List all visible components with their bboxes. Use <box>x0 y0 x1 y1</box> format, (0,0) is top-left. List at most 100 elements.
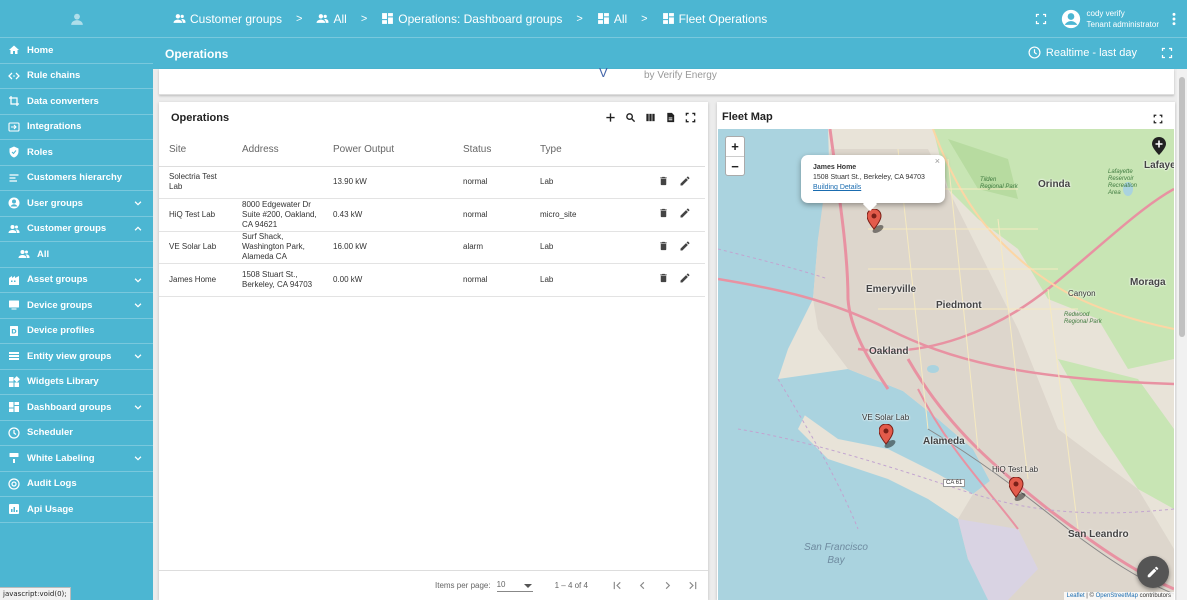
cell-power-output: 16.00 kW <box>323 231 453 264</box>
edit-icon[interactable] <box>679 240 691 255</box>
breadcrumb-item[interactable]: Customer groups <box>173 12 282 26</box>
sidebar-item-roles[interactable]: Roles <box>0 140 153 166</box>
edit-icon[interactable] <box>679 207 691 222</box>
osm-link[interactable]: OpenStreetMap <box>1096 593 1138 599</box>
api-usage-icon <box>8 503 20 515</box>
dashboard-fullscreen-icon[interactable] <box>1161 47 1173 62</box>
cell-type: Lab <box>530 231 625 264</box>
column-header-type[interactable]: Type <box>530 134 625 167</box>
dashboard-content: V by Verify Energy Operations Site Addre… <box>153 65 1187 600</box>
chevron-down-icon[interactable] <box>133 351 143 361</box>
leaflet-link[interactable]: Leaflet <box>1067 593 1085 599</box>
sidebar-item-data-converters[interactable]: Data converters <box>0 89 153 115</box>
delete-icon[interactable] <box>658 207 669 222</box>
sidebar-item-api-usage[interactable]: Api Usage <box>0 497 153 523</box>
user-menu[interactable]: cody verify Tenant administrator <box>1061 8 1171 30</box>
breadcrumb-item[interactable]: All <box>597 12 627 26</box>
column-header-site[interactable]: Site <box>159 134 232 167</box>
sidebar-item-customers-hierarchy[interactable]: Customers hierarchy <box>0 166 153 191</box>
widget-fullscreen-icon[interactable] <box>680 110 700 124</box>
edit-icon[interactable] <box>679 272 691 287</box>
delete-icon[interactable] <box>658 175 669 190</box>
cell-address: Surf Shack, Washington Park, Alameda CA <box>232 231 323 264</box>
device-profiles-icon: D <box>8 325 20 337</box>
page-scrollbar[interactable] <box>1177 69 1187 600</box>
map-fullscreen-icon[interactable] <box>1153 113 1163 127</box>
chevron-up-icon[interactable] <box>133 224 143 234</box>
table-row[interactable]: James Home 1508 Stuart St., Berkeley, CA … <box>159 263 705 297</box>
sidebar-item-label: Entity view groups <box>27 350 112 362</box>
export-icon[interactable] <box>660 110 680 124</box>
sidebar-item-device-groups[interactable]: Device groups <box>0 293 153 319</box>
widgets-library-icon <box>8 375 20 388</box>
chevron-down-icon[interactable] <box>133 453 143 463</box>
sidebar-item-all-sub[interactable]: All <box>0 242 153 268</box>
add-location-icon[interactable] <box>1152 137 1166 158</box>
sidebar-item-label: Data converters <box>27 95 99 107</box>
fullscreen-icon[interactable] <box>1035 13 1047 25</box>
sidebar-item-white-labeling[interactable]: White Labeling <box>0 446 153 472</box>
sidebar-item-asset-groups[interactable]: Asset groups <box>0 268 153 293</box>
columns-icon[interactable] <box>640 110 660 124</box>
edit-dashboard-button[interactable] <box>1137 556 1169 588</box>
map-label-ve-solar-lab: VE Solar Lab <box>862 413 910 422</box>
map-marker-hiq-test-lab[interactable] <box>1008 476 1026 501</box>
cell-status: normal <box>453 198 530 232</box>
table-row[interactable]: HiQ Test Lab 8000 Edgewater Dr Suite #200… <box>159 198 705 232</box>
table-row[interactable]: Solectria Test Lab 13.90 kW normal Lab <box>159 166 705 199</box>
scrollbar-thumb[interactable] <box>1179 77 1185 337</box>
popup-close-button[interactable]: × <box>935 156 940 166</box>
breadcrumb-label: Fleet Operations <box>678 11 768 26</box>
chevron-down-icon[interactable] <box>133 402 143 412</box>
chevron-down-icon[interactable] <box>133 198 143 208</box>
map-marker-james-home[interactable] <box>866 208 884 233</box>
cell-status: normal <box>453 166 530 199</box>
customer-groups-icon <box>173 12 190 25</box>
sidebar-item-entity-view-groups[interactable]: Entity view groups <box>0 344 153 370</box>
building-details-link[interactable]: Building Details <box>813 183 933 193</box>
sidebar-item-integrations[interactable]: Integrations <box>0 115 153 140</box>
items-per-page-select[interactable]: 10 <box>496 580 533 592</box>
map-canvas[interactable]: Emeryville Piedmont Oakland Alameda San … <box>718 129 1174 600</box>
app-logo[interactable] <box>0 0 153 38</box>
search-icon[interactable] <box>620 110 640 124</box>
zoom-in-button[interactable]: + <box>726 137 744 156</box>
map-label-hiq-test-lab: HiQ Test Lab <box>992 465 1039 474</box>
sidebar-item-customer-groups[interactable]: Customer groups <box>0 217 153 242</box>
cell-site: HiQ Test Lab <box>159 198 232 232</box>
sidebar-item-user-groups[interactable]: User groups <box>0 191 153 217</box>
delete-icon[interactable] <box>658 240 669 255</box>
next-page-icon[interactable] <box>660 579 675 593</box>
zoom-out-button[interactable]: − <box>726 156 744 175</box>
delete-icon[interactable] <box>658 272 669 287</box>
chevron-down-icon[interactable] <box>133 275 143 285</box>
column-header-status[interactable]: Status <box>453 134 530 167</box>
last-page-icon[interactable] <box>685 579 700 593</box>
sidebar-item-audit-logs[interactable]: Audit Logs <box>0 472 153 497</box>
sidebar-item-label: Home <box>27 44 54 56</box>
more-vert-icon[interactable] <box>1171 12 1177 26</box>
sidebar-item-label: Audit Logs <box>27 478 77 490</box>
add-icon[interactable] <box>600 110 620 124</box>
user-logo-icon <box>70 13 83 25</box>
sidebar-item-scheduler[interactable]: Scheduler <box>0 421 153 446</box>
table-row[interactable]: VE Solar Lab Surf Shack, Washington Park,… <box>159 231 705 264</box>
table-toolbar <box>600 110 700 124</box>
sidebar-item-home[interactable]: Home <box>0 38 153 64</box>
previous-page-icon[interactable] <box>635 579 650 593</box>
sidebar-item-device-profiles[interactable]: D Device profiles <box>0 319 153 344</box>
sidebar-item-widgets-library[interactable]: Widgets Library <box>0 370 153 395</box>
sidebar-item-rule-chains[interactable]: Rule chains <box>0 64 153 89</box>
sidebar-item-dashboard-groups[interactable]: Dashboard groups <box>0 395 153 421</box>
sidebar-item-label: Integrations <box>27 121 82 133</box>
column-header-address[interactable]: Address <box>232 134 323 167</box>
breadcrumb-item[interactable]: Operations: Dashboard groups <box>381 12 562 26</box>
breadcrumb-item[interactable]: All <box>316 12 347 26</box>
first-page-icon[interactable] <box>610 579 625 593</box>
breadcrumb-item[interactable]: Fleet Operations <box>662 11 768 26</box>
map-marker-ve-solar-lab[interactable] <box>878 423 896 448</box>
edit-icon[interactable] <box>679 175 691 190</box>
chevron-down-icon[interactable] <box>133 300 143 310</box>
timewindow-button[interactable]: Realtime - last day <box>1028 46 1137 59</box>
column-header-power-output[interactable]: Power Output <box>323 134 453 167</box>
